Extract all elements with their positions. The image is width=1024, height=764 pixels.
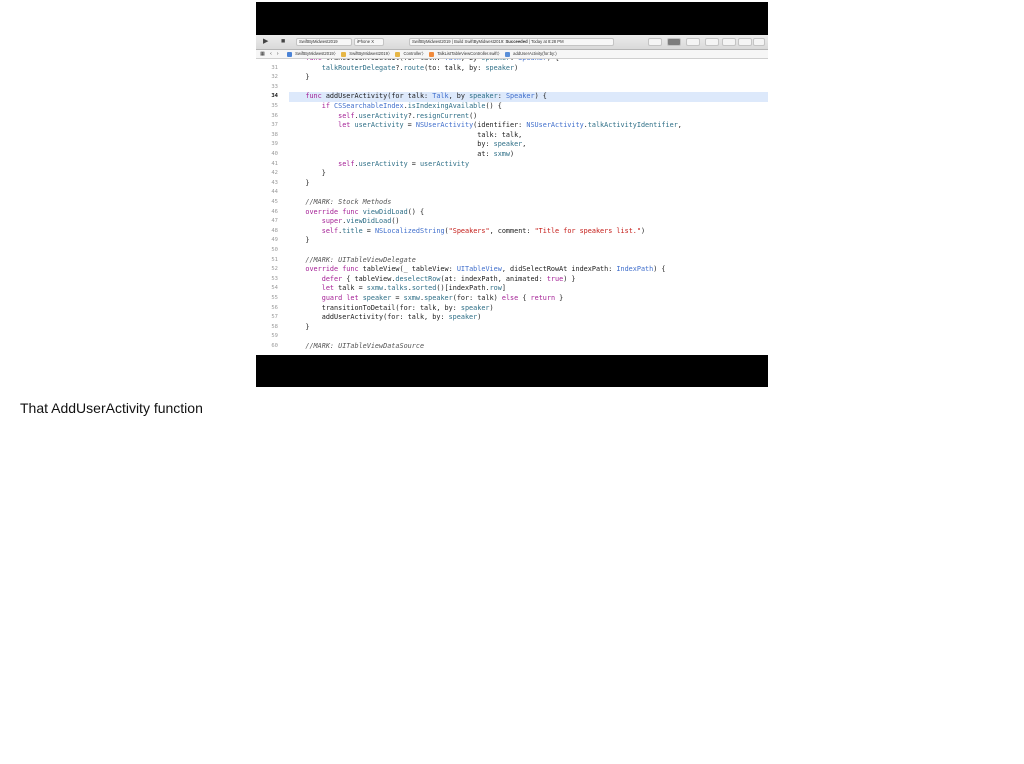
code-line[interactable]: func addUserActivity(for talk: Talk, by …: [289, 92, 768, 102]
standard-editor-icon[interactable]: [648, 38, 662, 46]
code-line[interactable]: self.title = NSLocalizedString("Speakers…: [289, 227, 768, 237]
line-number: 40: [271, 151, 278, 157]
line-number: 50: [271, 247, 278, 253]
jumpbar-crumb[interactable]: addUserActivity(for:by:): [513, 50, 557, 58]
run-icon[interactable]: ▶: [263, 38, 268, 46]
code-line[interactable]: override func viewDidLoad() {: [289, 208, 768, 218]
jumpbar-crumb[interactable]: SwiftByMidwest2019: [295, 50, 334, 58]
code-line[interactable]: self.userActivity?.resignCurrent(): [289, 112, 768, 122]
source-editor[interactable]: 3031323334353637383940414243444546474849…: [256, 59, 768, 355]
device-selector[interactable]: iPhone X: [354, 38, 384, 46]
line-number: 48: [271, 227, 278, 234]
line-number: 35: [271, 103, 278, 109]
inspector-toggle-icon[interactable]: [753, 38, 765, 46]
code-line[interactable]: //MARK: UITableViewDelegate: [289, 256, 768, 266]
line-number: 57: [271, 314, 278, 321]
line-number: 45: [271, 199, 278, 205]
code-line[interactable]: talkRouterDelegate?.route(to: talk, by: …: [289, 64, 768, 74]
line-number: 36: [271, 112, 278, 119]
version-editor-icon[interactable]: [686, 38, 700, 46]
line-number: 47: [271, 218, 278, 225]
line-number: 56: [271, 304, 278, 311]
code-line[interactable]: let talk = sxmw.talks.sorted()[indexPath…: [289, 284, 768, 294]
code-line[interactable]: }: [289, 73, 768, 83]
code-line[interactable]: }: [289, 323, 768, 333]
line-number: 51: [271, 256, 278, 263]
xcode-toolbar: ▶ ■ SwiftByMidwest2019 iPhone X SwiftByM…: [256, 35, 768, 50]
slide-screenshot: ▶ ■ SwiftByMidwest2019 iPhone X SwiftByM…: [256, 2, 768, 387]
line-number: 44: [271, 189, 278, 196]
code-line[interactable]: super.viewDidLoad(): [289, 217, 768, 227]
back-icon[interactable]: ‹: [270, 50, 272, 58]
line-number-gutter: 3031323334353637383940414243444546474849…: [256, 59, 286, 355]
xcode-window: ▶ ■ SwiftByMidwest2019 iPhone X SwiftByM…: [256, 35, 768, 355]
line-number: 55: [271, 295, 278, 301]
line-number: 46: [271, 208, 278, 215]
debug-area-toggle-icon[interactable]: [738, 38, 752, 46]
jumpbar-crumb[interactable]: TalkListTableViewController.swift: [437, 50, 497, 58]
slide-caption: That AddUserActivity function: [20, 400, 203, 416]
project-icon: [286, 51, 292, 57]
jumpbar-crumb[interactable]: Controller: [403, 50, 421, 58]
line-number: 38: [271, 131, 278, 138]
line-number: 53: [271, 275, 278, 282]
line-number: 31: [271, 64, 278, 71]
code-line[interactable]: if CSSearchableIndex.isIndexingAvailable…: [289, 102, 768, 112]
code-line[interactable]: transitionToDetail(for: talk, by: speake…: [289, 304, 768, 314]
folder-icon: [395, 51, 401, 57]
code-review-icon[interactable]: [705, 38, 719, 46]
code-line[interactable]: let userActivity = NSUserActivity(identi…: [289, 121, 768, 131]
scheme-selector[interactable]: SwiftByMidwest2019: [296, 38, 352, 46]
assistant-editor-icon[interactable]: [667, 38, 681, 46]
line-number: 37: [271, 122, 278, 129]
line-number: 41: [271, 160, 278, 167]
code-line[interactable]: [289, 332, 768, 342]
line-number: 58: [271, 323, 278, 330]
code-line[interactable]: }: [289, 236, 768, 246]
code-line[interactable]: //MARK: UITableViewDataSource: [289, 342, 768, 352]
jumpbar-crumb[interactable]: SwiftByMidwest2019: [349, 50, 388, 58]
folder-icon: [341, 51, 347, 57]
code-line[interactable]: at: sxmw): [289, 150, 768, 160]
line-number: 43: [271, 179, 278, 186]
jump-bar: ▦ ‹ › SwiftByMidwest2019 〉 SwiftByMidwes…: [256, 50, 768, 59]
code-line[interactable]: }: [289, 169, 768, 179]
line-number: 60: [271, 343, 278, 349]
code-line[interactable]: guard let speaker = sxmw.speaker(for: ta…: [289, 294, 768, 304]
code-line[interactable]: talk: talk,: [289, 131, 768, 141]
line-number: 52: [271, 266, 278, 273]
line-number: 39: [271, 141, 278, 148]
code-line[interactable]: [289, 246, 768, 256]
line-number: 42: [271, 170, 278, 177]
code-line[interactable]: [289, 188, 768, 198]
line-number: 49: [271, 237, 278, 244]
line-number: 32: [271, 74, 278, 81]
line-number: 54: [271, 285, 278, 292]
code-line[interactable]: defer { tableView.deselectRow(at: indexP…: [289, 275, 768, 285]
line-number: 59: [271, 333, 278, 340]
code-line[interactable]: //MARK: Stock Methods: [289, 198, 768, 208]
code-line[interactable]: [289, 83, 768, 93]
navigator-toggle-icon[interactable]: [722, 38, 736, 46]
activity-status: SwiftByMidwest2019 | Build SwiftByMidwes…: [409, 38, 614, 46]
code-line[interactable]: override func tableView(_ tableView: UIT…: [289, 265, 768, 275]
method-icon: [505, 51, 510, 57]
code-line[interactable]: addUserActivity(for: talk, by: speaker): [289, 313, 768, 323]
code-line[interactable]: }: [289, 179, 768, 189]
related-items-icon[interactable]: ▦: [260, 50, 265, 58]
stop-icon[interactable]: ■: [281, 38, 285, 46]
forward-icon[interactable]: ›: [277, 50, 279, 58]
code-line[interactable]: self.userActivity = userActivity: [289, 160, 768, 170]
code-line[interactable]: by: speaker,: [289, 140, 768, 150]
line-number: 34: [271, 93, 278, 100]
line-number: 33: [271, 83, 278, 90]
swift-file-icon: [429, 51, 435, 57]
